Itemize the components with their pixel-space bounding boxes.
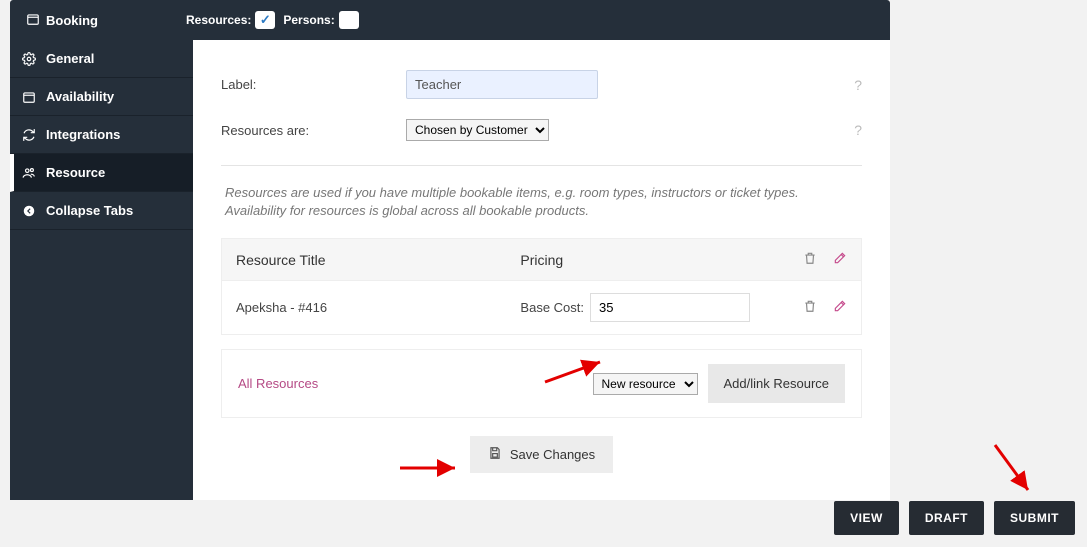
tab-booking[interactable]: Booking (18, 12, 106, 29)
resources-hint: Resources are used if you have multiple … (221, 165, 862, 238)
footer-buttons: VIEW DRAFT SUBMIT (834, 501, 1075, 535)
topbar: Booking Resources: ✓ Persons: ✓ (10, 0, 890, 40)
main-panel: Label: ? Resources are: Chosen by Custom… (193, 40, 890, 500)
sidebar-item-collapse[interactable]: Collapse Tabs (10, 192, 193, 230)
view-button[interactable]: VIEW (834, 501, 899, 535)
col-title: Resource Title (236, 252, 520, 268)
sidebar-item-label: Availability (46, 89, 114, 104)
help-icon[interactable]: ? (832, 122, 862, 138)
sync-icon (22, 128, 36, 142)
tab-booking-label: Booking (46, 13, 98, 28)
all-resources-link[interactable]: All Resources (238, 376, 583, 391)
add-link-resource-button[interactable]: Add/link Resource (708, 364, 846, 403)
toggle-resources-label: Resources: (186, 13, 251, 27)
toggle-persons[interactable]: Persons: ✓ (283, 11, 358, 29)
sidebar-item-label: General (46, 51, 94, 66)
table-row: Apeksha - #416 Base Cost: (222, 280, 861, 334)
field-resources-are: Resources are: Chosen by Customer ? (221, 109, 862, 151)
label-text: Label: (221, 77, 406, 92)
base-cost-label: Base Cost: (520, 300, 584, 315)
table-header: Resource Title Pricing (222, 239, 861, 280)
edit-icon[interactable] (833, 251, 847, 268)
sidebar-item-resource[interactable]: Resource (10, 154, 193, 192)
toggle-resources[interactable]: Resources: ✓ (186, 11, 275, 29)
col-price: Pricing (520, 252, 779, 268)
trash-icon[interactable] (803, 299, 817, 316)
base-cost-input[interactable] (590, 293, 750, 322)
new-resource-select[interactable]: New resource (593, 373, 698, 395)
link-resource-panel: All Resources New resource Add/link Reso… (221, 349, 862, 418)
submit-button[interactable]: SUBMIT (994, 501, 1075, 535)
collapse-icon (22, 204, 36, 218)
sidebar-item-general[interactable]: General (10, 40, 193, 78)
toggle-persons-label: Persons: (283, 13, 334, 27)
resources-are-select[interactable]: Chosen by Customer (406, 119, 549, 141)
annotation-arrow (990, 440, 1040, 500)
sidebar-item-availability[interactable]: Availability (10, 78, 193, 116)
sidebar-item-integrations[interactable]: Integrations (10, 116, 193, 154)
sidebar-item-label: Collapse Tabs (46, 203, 133, 218)
label-input[interactable] (406, 70, 598, 99)
resource-title: Apeksha - #416 (236, 300, 520, 315)
field-label: Label: ? (221, 60, 862, 109)
calendar-icon (26, 12, 40, 29)
resource-table: Resource Title Pricing Apeksha - #416 (221, 238, 862, 335)
edit-icon[interactable] (833, 299, 847, 316)
gear-icon (22, 52, 36, 66)
sidebar-item-label: Resource (46, 165, 105, 180)
trash-icon[interactable] (803, 251, 817, 268)
checkbox-persons[interactable]: ✓ (339, 11, 359, 29)
checkbox-resources[interactable]: ✓ (255, 11, 275, 29)
resources-are-label: Resources are: (221, 123, 406, 138)
people-icon (22, 166, 36, 180)
save-icon (488, 446, 502, 463)
help-icon[interactable]: ? (832, 77, 862, 93)
calendar-icon (22, 90, 36, 104)
draft-button[interactable]: DRAFT (909, 501, 984, 535)
save-changes-button[interactable]: Save Changes (470, 436, 613, 473)
save-label: Save Changes (510, 447, 595, 462)
sidebar-item-label: Integrations (46, 127, 120, 142)
sidebar: General Availability Integrations Resour… (10, 40, 193, 500)
